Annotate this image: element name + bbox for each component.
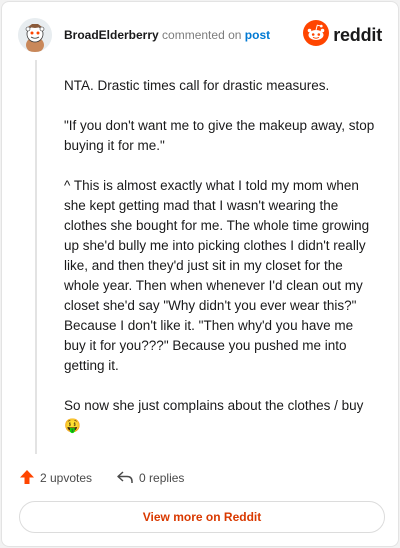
snoo-avatar-icon[interactable]: [18, 18, 52, 52]
upvote-count: 2 upvotes: [40, 471, 93, 485]
comment-footer: 2 upvotes 0 replies: [19, 466, 208, 490]
comment-byline: BroadElderberry commented on post: [64, 28, 270, 42]
reddit-wordmark: reddit: [333, 24, 382, 45]
reply-arrow-icon: [116, 469, 134, 488]
reddit-brand[interactable]: reddit: [303, 19, 382, 51]
comment-paragraph: NTA. Drastic times call for drastic meas…: [64, 78, 330, 93]
reply-button[interactable]: 0 replies: [116, 469, 184, 488]
reddit-logo-icon: [303, 19, 330, 51]
upvote-button[interactable]: 2 upvotes: [19, 469, 92, 488]
post-link[interactable]: post: [245, 28, 270, 42]
byline-verb: commented on: [162, 28, 242, 42]
comment-paragraph: So now she just complains about the clot…: [64, 398, 364, 433]
upvote-arrow-icon: [19, 469, 35, 488]
comment-header: BroadElderberry commented on post reddit: [18, 18, 382, 52]
comment-paragraph: ^ This is almost exactly what I told my …: [64, 178, 370, 373]
reply-count: 0 replies: [139, 471, 185, 485]
comment-card: BroadElderberry commented on post reddit: [1, 1, 399, 547]
comment-paragraph: "If you don't want me to give the makeup…: [64, 118, 375, 153]
thread-line: [35, 60, 37, 454]
view-more-button[interactable]: View more on Reddit: [19, 501, 385, 533]
comment-body: NTA. Drastic times call for drastic meas…: [64, 76, 376, 456]
username-link[interactable]: BroadElderberry: [64, 28, 159, 42]
